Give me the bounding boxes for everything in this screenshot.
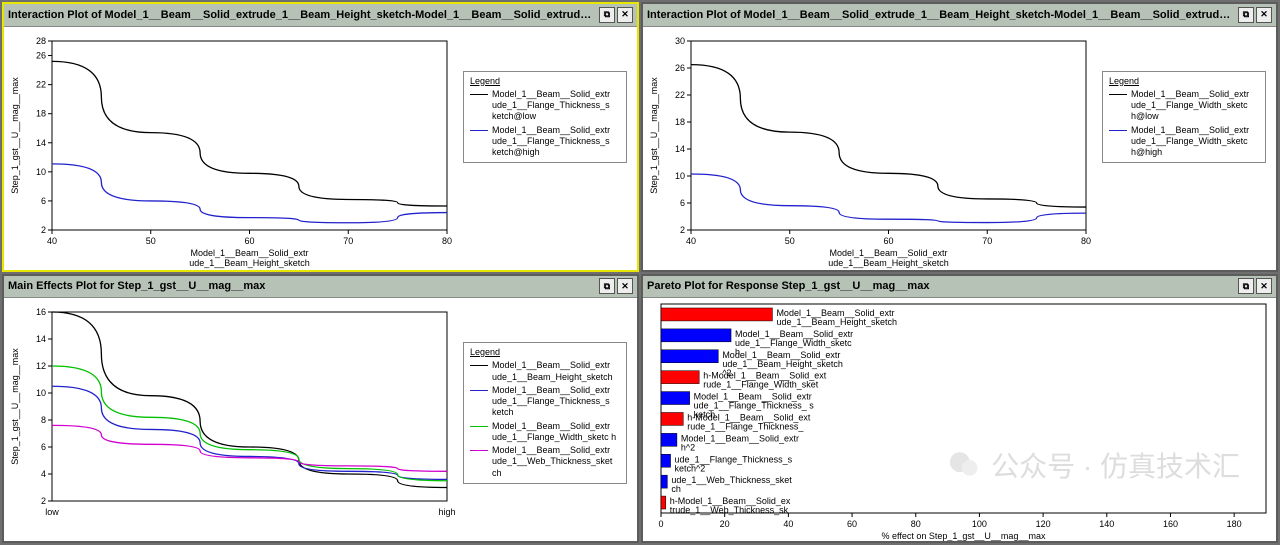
svg-text:Model_1__Beam__Solid_extr: Model_1__Beam__Solid_extr (190, 248, 308, 258)
svg-text:6: 6 (41, 195, 46, 205)
svg-text:2: 2 (41, 225, 46, 235)
svg-text:14: 14 (675, 144, 685, 154)
plot-bl: 2 4 6 8 10 12 14 16 low high Step_1_gst__U__mag__m… (4, 298, 637, 541)
svg-text:ude_1__Beam_Height_sketch: ude_1__Beam_Height_sketch (828, 258, 949, 268)
panel-title-bar: Interaction Plot of Model_1__Beam__Solid… (4, 4, 637, 27)
close-icon[interactable]: ✕ (1256, 278, 1272, 294)
svg-text:low: low (45, 507, 59, 517)
svg-text:16: 16 (36, 307, 46, 317)
svg-text:160: 160 (1163, 519, 1178, 529)
svg-text:rude_1__Flange_Width_sket: rude_1__Flange_Width_sket (703, 380, 819, 390)
svg-text:ude_1__Beam_Height_sketch: ude_1__Beam_Height_sketch (776, 317, 897, 327)
svg-text:18: 18 (675, 117, 685, 127)
svg-text:Step_1_gst__U__mag__max: Step_1_gst__U__mag__max (10, 348, 20, 465)
panel-interaction-tl: Interaction Plot of Model_1__Beam__Solid… (2, 2, 639, 272)
svg-text:22: 22 (675, 90, 685, 100)
svg-text:50: 50 (146, 236, 156, 246)
panel-interaction-tr: Interaction Plot of Model_1__Beam__Solid… (641, 2, 1278, 272)
svg-text:40: 40 (783, 519, 793, 529)
close-icon[interactable]: ✕ (1256, 7, 1272, 23)
svg-text:20: 20 (720, 519, 730, 529)
svg-text:14: 14 (36, 137, 46, 147)
svg-text:10: 10 (36, 166, 46, 176)
svg-text:ch: ch (671, 484, 681, 494)
legend-tr: LegendModel_1__Beam__Solid_extr ude_1__F… (1102, 71, 1266, 164)
close-icon[interactable]: ✕ (617, 7, 633, 23)
svg-text:trude_1__Web_Thickness_sk: trude_1__Web_Thickness_sk (670, 505, 789, 515)
plot-tr: 261014182226304050607080Model_1__Beam__S… (643, 27, 1276, 270)
svg-text:% effect on Step_1_gst__U__mag: % effect on Step_1_gst__U__mag__max (882, 531, 1046, 541)
svg-text:120: 120 (1036, 519, 1051, 529)
svg-text:70: 70 (343, 236, 353, 246)
svg-text:30: 30 (675, 36, 685, 46)
restore-icon[interactable]: ⧉ (1238, 7, 1254, 23)
panel-title-text: Interaction Plot of Model_1__Beam__Solid… (8, 9, 597, 21)
svg-text:2: 2 (680, 225, 685, 235)
svg-text:10: 10 (675, 171, 685, 181)
svg-text:80: 80 (442, 236, 452, 246)
svg-text:Model_1__Beam__Solid_extr: Model_1__Beam__Solid_extr (829, 248, 947, 258)
svg-text:Model_1__Beam__Solid_extr: Model_1__Beam__Solid_extr (681, 433, 799, 443)
svg-text:ude_1__Web_Thickness_sket: ude_1__Web_Thickness_sket (671, 475, 792, 485)
svg-text:80: 80 (911, 519, 921, 529)
svg-text:60: 60 (847, 519, 857, 529)
svg-text:80: 80 (1081, 236, 1091, 246)
svg-text:ude_1__Flange_Width_sketc: ude_1__Flange_Width_sketc (735, 338, 852, 348)
panel-pareto: Pareto Plot for Response Step_1_gst__U__… (641, 274, 1278, 544)
svg-text:22: 22 (36, 79, 46, 89)
svg-text:14: 14 (36, 334, 46, 344)
svg-text:8: 8 (41, 415, 46, 425)
close-icon[interactable]: ✕ (617, 278, 633, 294)
svg-text:100: 100 (972, 519, 987, 529)
svg-text:26: 26 (675, 63, 685, 73)
restore-icon[interactable]: ⧉ (599, 278, 615, 294)
svg-text:140: 140 (1099, 519, 1114, 529)
svg-text:12: 12 (36, 361, 46, 371)
panel-title-bar: Pareto Plot for Response Step_1_gst__U__… (643, 276, 1276, 299)
svg-text:rude_1__Flange_Thickness_: rude_1__Flange_Thickness_ (687, 421, 804, 431)
panel-title-text: Interaction Plot of Model_1__Beam__Solid… (647, 9, 1236, 21)
panel-title-text: Pareto Plot for Response Step_1_gst__U__… (647, 280, 1236, 292)
svg-text:60: 60 (883, 236, 893, 246)
restore-icon[interactable]: ⧉ (1238, 278, 1254, 294)
svg-text:50: 50 (785, 236, 795, 246)
restore-icon[interactable]: ⧉ (599, 7, 615, 23)
plot-tl: 261014182226284050607080Model_1__Beam__S… (4, 27, 637, 270)
panel-main-effects: Main Effects Plot for Step_1_gst__U__mag… (2, 274, 639, 544)
svg-text:180: 180 (1227, 519, 1242, 529)
svg-text:ude_1__Beam_Height_sketch: ude_1__Beam_Height_sketch (722, 359, 843, 369)
svg-text:60: 60 (244, 236, 254, 246)
svg-text:h^2: h^2 (681, 442, 695, 452)
svg-text:2: 2 (41, 496, 46, 506)
panel-title-bar: Main Effects Plot for Step_1_gst__U__mag… (4, 276, 637, 299)
svg-text:26: 26 (36, 50, 46, 60)
svg-text:high: high (438, 507, 455, 517)
svg-text:6: 6 (41, 442, 46, 452)
svg-text:40: 40 (47, 236, 57, 246)
legend-bl: LegendModel_1__Beam__Solid_extr ude_1__B… (463, 342, 627, 484)
svg-text:40: 40 (686, 236, 696, 246)
panel-title-text: Main Effects Plot for Step_1_gst__U__mag… (8, 280, 597, 292)
panel-title-bar: Interaction Plot of Model_1__Beam__Solid… (643, 4, 1276, 27)
svg-text:0: 0 (658, 519, 663, 529)
plot-br: 0 20 40 60 80 100 120 140 160 180 % effect on Step… (643, 298, 1276, 541)
svg-text:28: 28 (36, 36, 46, 46)
svg-text:ketch^2: ketch^2 (675, 463, 706, 473)
svg-text:70: 70 (982, 236, 992, 246)
svg-text:6: 6 (680, 198, 685, 208)
panel-grid: Interaction Plot of Model_1__Beam__Solid… (0, 0, 1280, 545)
svg-text:18: 18 (36, 108, 46, 118)
svg-text:Step_1_gst__U__mag__max: Step_1_gst__U__mag__max (10, 76, 20, 193)
svg-text:10: 10 (36, 388, 46, 398)
svg-text:Step_1_gst__U__mag__max: Step_1_gst__U__mag__max (649, 76, 659, 193)
legend-tl: LegendModel_1__Beam__Solid_extr ude_1__F… (463, 71, 627, 164)
svg-text:4: 4 (41, 469, 46, 479)
svg-text:ude_1__Beam_Height_sketch: ude_1__Beam_Height_sketch (189, 258, 310, 268)
